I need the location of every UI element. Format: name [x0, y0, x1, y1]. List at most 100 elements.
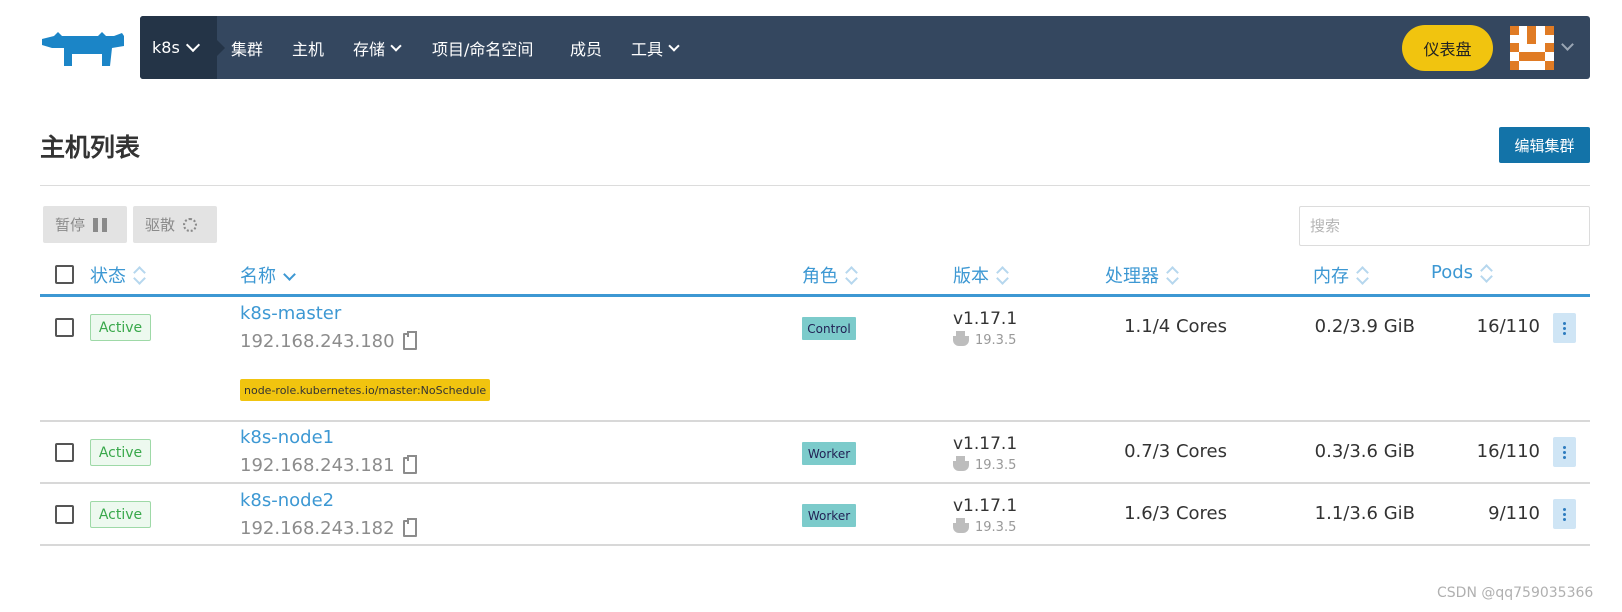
- sort-icon: [846, 266, 856, 284]
- node-ip: 192.168.243.181: [240, 455, 417, 476]
- docker-version-text: 19.3.5: [975, 520, 1017, 535]
- column-label: 处理器: [1105, 266, 1159, 287]
- node-name-link[interactable]: k8s-node2: [240, 490, 334, 511]
- clipboard-icon[interactable]: [402, 518, 417, 537]
- clipboard-icon[interactable]: [402, 331, 417, 350]
- sort-icon: [134, 266, 144, 284]
- dashboard-button[interactable]: 仪表盘: [1402, 25, 1493, 71]
- pods-count: 16/110: [1476, 316, 1540, 337]
- sort-icon: [1481, 264, 1491, 282]
- nav-label: 存储: [353, 39, 386, 59]
- docker-version: 19.3.5: [953, 517, 1017, 535]
- column-header-role[interactable]: 角色: [802, 262, 856, 288]
- nav-label: 集群: [231, 39, 264, 59]
- status-badge: Active: [90, 439, 151, 466]
- pause-label: 暂停: [55, 216, 86, 234]
- divider: [40, 185, 1590, 186]
- role-badge: Worker: [802, 442, 856, 465]
- edit-cluster-button[interactable]: 编辑集群: [1499, 127, 1590, 163]
- clipboard-icon[interactable]: [402, 455, 417, 474]
- cpu-usage: 1.6/3 Cores: [1124, 503, 1227, 524]
- nav-label: 成员: [570, 39, 603, 59]
- avatar[interactable]: [1510, 26, 1554, 70]
- row-actions-menu-icon[interactable]: [1553, 499, 1576, 529]
- nav-label: 工具: [631, 39, 664, 59]
- nav-label: 项目/命名空间: [432, 39, 534, 59]
- docker-icon: [953, 517, 969, 533]
- role-badge: Worker: [802, 504, 856, 527]
- column-label: 名称: [240, 266, 276, 287]
- column-label: 角色: [802, 266, 838, 287]
- cpu-usage: 0.7/3 Cores: [1124, 441, 1227, 462]
- cluster-name: k8s: [152, 38, 180, 57]
- row-checkbox[interactable]: [55, 443, 74, 462]
- memory-usage: 0.3/3.6 GiB: [1314, 441, 1415, 462]
- nav-item-storage[interactable]: 存储: [353, 16, 402, 79]
- column-header-state[interactable]: 状态: [90, 262, 144, 288]
- column-label: 状态: [90, 266, 126, 287]
- column-header-version[interactable]: 版本: [953, 262, 1007, 288]
- docker-version: 19.3.5: [953, 330, 1017, 348]
- status-badge: Active: [90, 501, 151, 528]
- node-ip: 192.168.243.180: [240, 331, 417, 352]
- search-input[interactable]: [1299, 206, 1590, 246]
- nav-label: 主机: [292, 39, 325, 59]
- k8s-version: v1.17.1: [953, 434, 1018, 454]
- status-badge: Active: [90, 314, 151, 341]
- select-all-checkbox[interactable]: [55, 265, 74, 284]
- rancher-logo: [42, 32, 124, 66]
- memory-usage: 1.1/3.6 GiB: [1314, 503, 1415, 524]
- user-menu-chevron-icon[interactable]: [1561, 38, 1574, 51]
- row-checkbox[interactable]: [55, 318, 74, 337]
- docker-version: 19.3.5: [953, 455, 1017, 473]
- column-label: 内存: [1313, 266, 1349, 287]
- k8s-version: v1.17.1: [953, 496, 1018, 516]
- drain-button[interactable]: 驱散: [133, 206, 217, 243]
- nav-item-members[interactable]: 成员: [570, 16, 602, 79]
- cluster-switcher[interactable]: k8s: [140, 16, 225, 79]
- taint-badge: node-role.kubernetes.io/master:NoSchedul…: [240, 379, 491, 401]
- cpu-usage: 1.1/4 Cores: [1124, 316, 1227, 337]
- row-divider: [40, 544, 1590, 546]
- sort-icon: [997, 266, 1007, 284]
- sort-desc-icon: [284, 266, 294, 284]
- top-nav: k8s 集群 主机 存储 项目/命名空间 成员 工具 仪表盘: [140, 16, 1590, 79]
- ip-text: 192.168.243.182: [240, 518, 395, 539]
- drain-label: 驱散: [145, 216, 176, 234]
- column-header-pods[interactable]: Pods: [1431, 262, 1491, 283]
- row-actions-menu-icon[interactable]: [1553, 437, 1576, 467]
- docker-icon: [953, 330, 969, 346]
- docker-version-text: 19.3.5: [975, 458, 1017, 473]
- row-actions-menu-icon[interactable]: [1553, 313, 1576, 343]
- memory-usage: 0.2/3.9 GiB: [1314, 316, 1415, 337]
- nav-item-cluster[interactable]: 集群: [231, 16, 263, 79]
- row-divider: [40, 420, 1590, 422]
- ip-text: 192.168.243.180: [240, 331, 395, 352]
- chevron-down-icon: [668, 39, 680, 52]
- node-name-link[interactable]: k8s-master: [240, 303, 341, 324]
- table-header-underline: [40, 294, 1590, 297]
- role-badge: Control: [802, 317, 856, 340]
- nav-item-tools[interactable]: 工具: [631, 16, 680, 79]
- pods-count: 9/110: [1488, 503, 1540, 524]
- ip-text: 192.168.243.181: [240, 455, 395, 476]
- column-label: Pods: [1431, 262, 1474, 283]
- node-ip: 192.168.243.182: [240, 518, 417, 539]
- pause-icon: [93, 217, 108, 232]
- docker-version-text: 19.3.5: [975, 333, 1017, 348]
- spinner-icon: [183, 217, 198, 232]
- nav-item-projects[interactable]: 项目/命名空间: [432, 16, 533, 79]
- row-checkbox[interactable]: [55, 505, 74, 524]
- nav-item-hosts[interactable]: 主机: [292, 16, 324, 79]
- column-label: 版本: [953, 266, 989, 287]
- column-header-cpu[interactable]: 处理器: [1105, 262, 1177, 288]
- pause-button[interactable]: 暂停: [43, 206, 127, 243]
- page-title: 主机列表: [40, 133, 141, 162]
- column-header-name[interactable]: 名称: [240, 262, 294, 288]
- docker-icon: [953, 455, 969, 471]
- watermark: CSDN @qq759035366: [1437, 585, 1594, 601]
- column-header-memory[interactable]: 内存: [1313, 262, 1367, 288]
- node-name-link[interactable]: k8s-node1: [240, 427, 334, 448]
- k8s-version: v1.17.1: [953, 309, 1018, 329]
- chevron-down-icon: [390, 39, 402, 52]
